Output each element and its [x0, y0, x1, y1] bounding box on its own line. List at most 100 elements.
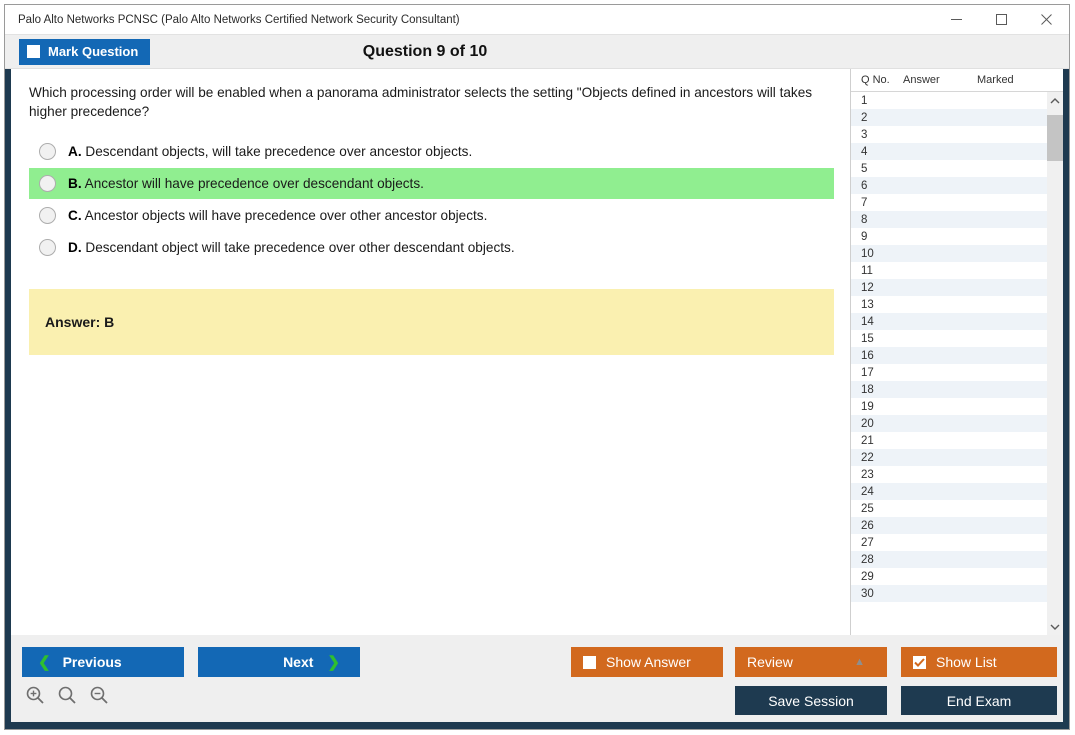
close-button[interactable]	[1024, 5, 1069, 34]
question-list-row-number: 25	[861, 502, 874, 515]
option-letter-c: C.	[68, 207, 82, 223]
scrollbar-thumb[interactable]	[1047, 115, 1063, 161]
zoom-out-icon[interactable]	[89, 685, 109, 705]
option-text-a: Descendant objects, will take precedence…	[85, 143, 473, 159]
review-dropdown-button[interactable]: Review ▲	[735, 647, 887, 677]
option-row-d[interactable]: D. Descendant object will take precedenc…	[29, 232, 834, 263]
show-list-checkbox-icon	[913, 655, 926, 669]
end-exam-button[interactable]: End Exam	[901, 686, 1057, 715]
show-list-button[interactable]: Show List	[901, 647, 1057, 677]
answer-label: Answer: B	[45, 313, 115, 330]
question-list-row-number: 13	[861, 298, 874, 311]
option-label-c: C. Ancestor objects will have precedence…	[68, 208, 487, 223]
question-list-row[interactable]: 9	[851, 228, 1047, 245]
option-letter-a: A.	[68, 143, 82, 159]
question-list-row-number: 4	[861, 145, 868, 158]
question-list-row-number: 7	[861, 196, 868, 209]
question-list-row[interactable]: 1	[851, 92, 1047, 109]
radio-option-c[interactable]	[39, 206, 56, 224]
question-list-row-number: 23	[861, 468, 874, 481]
question-list-row[interactable]: 6	[851, 177, 1047, 194]
question-list-row[interactable]: 3	[851, 126, 1047, 143]
question-list-row[interactable]: 2	[851, 109, 1047, 126]
option-row-c[interactable]: C. Ancestor objects will have precedence…	[29, 200, 834, 231]
next-button[interactable]: Next ❯	[198, 647, 360, 677]
question-list-row[interactable]: 19	[851, 398, 1047, 415]
question-list-row-number: 27	[861, 536, 874, 549]
radio-option-d[interactable]	[39, 238, 56, 256]
radio-option-a[interactable]	[39, 142, 56, 160]
next-label: Next	[283, 654, 314, 670]
body-row: Which processing order will be enabled w…	[5, 69, 1069, 635]
question-list-row[interactable]: 17	[851, 364, 1047, 381]
question-list-row[interactable]: 22	[851, 449, 1047, 466]
scroll-up-button[interactable]	[1047, 92, 1063, 109]
question-list-row-number: 24	[861, 485, 874, 498]
question-list-row[interactable]: 26	[851, 517, 1047, 534]
option-row-a[interactable]: A. Descendant objects, will take precede…	[29, 136, 834, 167]
caret-up-icon: ▲	[854, 655, 865, 668]
chevron-left-icon: ❮	[38, 653, 51, 671]
option-label-a: A. Descendant objects, will take precede…	[68, 144, 472, 159]
mark-question-button[interactable]: Mark Question	[19, 38, 151, 65]
question-list-row-number: 1	[861, 94, 868, 107]
question-list-scrollbar[interactable]	[1047, 92, 1063, 635]
footer-toolbar: ❮ Previous Next ❯ Show Answer Review ▲ S…	[5, 635, 1069, 729]
option-label-d: D. Descendant object will take precedenc…	[68, 240, 515, 255]
question-list-row-number: 8	[861, 213, 868, 226]
column-header-answer: Answer	[903, 74, 940, 86]
question-list-row[interactable]: 29	[851, 568, 1047, 585]
question-list-row-number: 9	[861, 230, 868, 243]
question-list-row[interactable]: 23	[851, 466, 1047, 483]
show-answer-button[interactable]: Show Answer	[571, 647, 723, 677]
review-label: Review	[747, 654, 793, 670]
question-list-row[interactable]: 21	[851, 432, 1047, 449]
question-list-row-number: 11	[861, 264, 873, 277]
question-list-row[interactable]: 28	[851, 551, 1047, 568]
maximize-button[interactable]	[979, 5, 1024, 34]
question-list-row[interactable]: 11	[851, 262, 1047, 279]
column-header-qno: Q No.	[861, 74, 890, 86]
radio-option-b[interactable]	[39, 174, 56, 192]
question-list-row-number: 19	[861, 400, 874, 413]
chevron-down-icon	[1050, 624, 1060, 630]
exam-window: Palo Alto Networks PCNSC (Palo Alto Netw…	[4, 4, 1070, 730]
question-list-row[interactable]: 5	[851, 160, 1047, 177]
question-list-row[interactable]: 13	[851, 296, 1047, 313]
question-list-row[interactable]: 24	[851, 483, 1047, 500]
question-list-row[interactable]: 27	[851, 534, 1047, 551]
scrollbar-track[interactable]	[1047, 109, 1063, 618]
question-list-row-number: 15	[861, 332, 874, 345]
question-list-row[interactable]: 14	[851, 313, 1047, 330]
question-list-row[interactable]: 20	[851, 415, 1047, 432]
question-counter: Question 9 of 10	[362, 42, 488, 60]
question-list-row[interactable]: 30	[851, 585, 1047, 602]
question-list-row[interactable]: 16	[851, 347, 1047, 364]
question-list-row[interactable]: 15	[851, 330, 1047, 347]
title-bar: Palo Alto Networks PCNSC (Palo Alto Netw…	[5, 5, 1069, 35]
scroll-down-button[interactable]	[1047, 618, 1063, 635]
save-session-button[interactable]: Save Session	[735, 686, 887, 715]
chevron-up-icon	[1050, 97, 1060, 103]
question-list-row[interactable]: 10	[851, 245, 1047, 262]
answer-box: Answer: B	[29, 288, 834, 355]
zoom-reset-icon[interactable]	[57, 685, 77, 705]
question-list-row-number: 26	[861, 519, 874, 532]
option-row-b[interactable]: B. Ancestor will have precedence over de…	[29, 167, 834, 199]
question-list-row-number: 14	[861, 315, 874, 328]
chevron-right-icon: ❯	[327, 653, 340, 671]
show-answer-checkbox-icon	[583, 655, 596, 669]
question-list-row-number: 17	[861, 366, 874, 379]
previous-button[interactable]: ❮ Previous	[22, 647, 184, 677]
question-list-row[interactable]: 4	[851, 143, 1047, 160]
question-list-row[interactable]: 7	[851, 194, 1047, 211]
question-list-scroll-area: 1 2 3 4 5 6 7 8 9 10 11 12 13 14 15 16 17 18 19 20 21 22 23 24 2…	[851, 92, 1063, 635]
question-list-row[interactable]: 12	[851, 279, 1047, 296]
question-list-row[interactable]: 8	[851, 211, 1047, 228]
question-list-row[interactable]: 18	[851, 381, 1047, 398]
zoom-in-icon[interactable]	[25, 685, 45, 705]
minimize-button[interactable]	[934, 5, 979, 34]
question-list-row-number: 21	[861, 434, 874, 447]
question-list-row[interactable]: 25	[851, 500, 1047, 517]
maximize-icon	[996, 14, 1007, 25]
